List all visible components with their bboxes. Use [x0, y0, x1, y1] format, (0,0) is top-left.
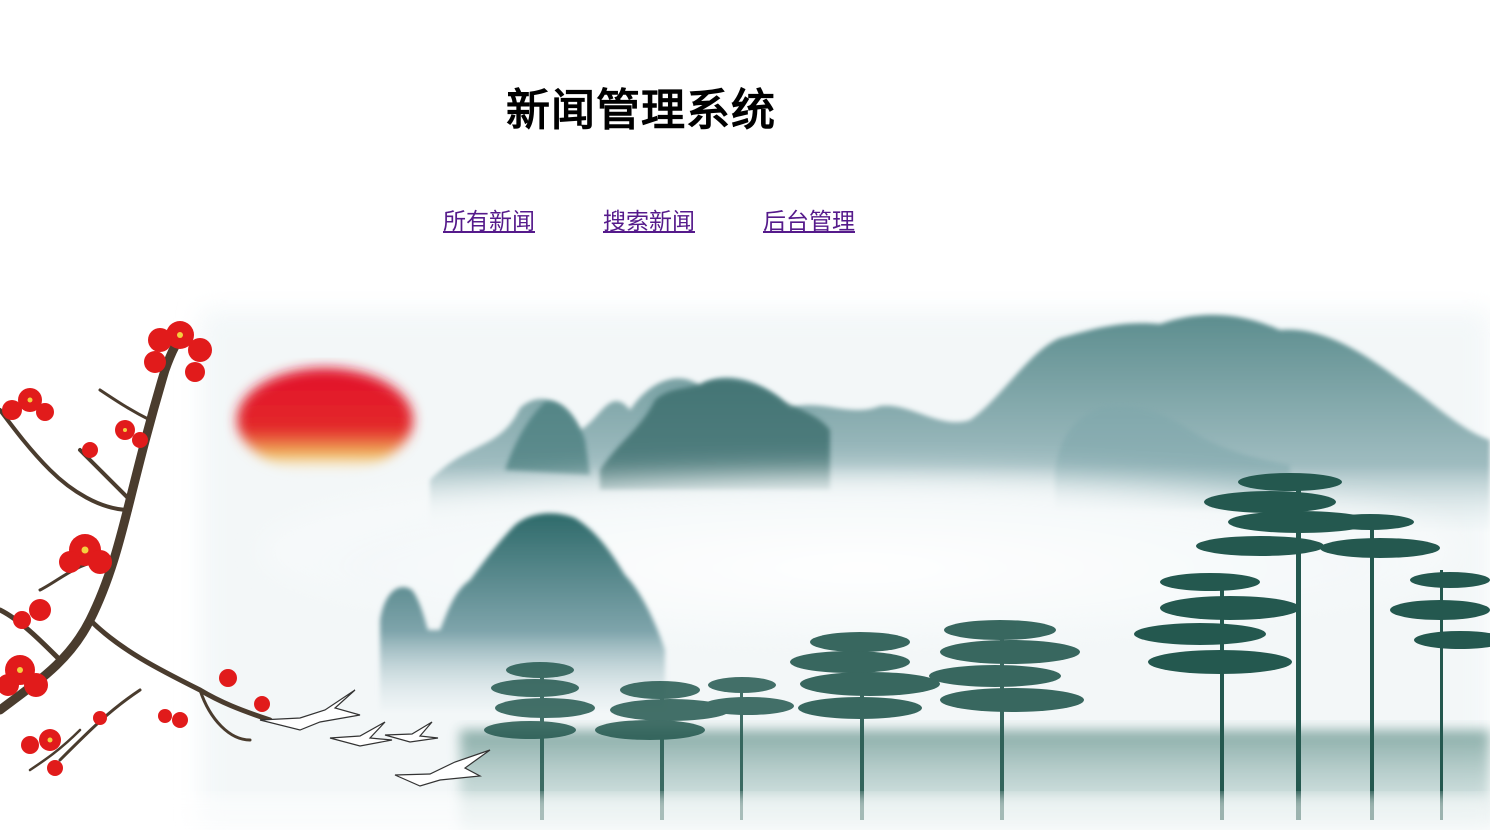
sun-icon — [237, 368, 413, 472]
landscape-banner — [0, 310, 1490, 830]
nav-link-admin[interactable]: 后台管理 — [763, 202, 855, 236]
nav-link-search-news[interactable]: 搜索新闻 — [603, 202, 695, 236]
nav-link-all-news[interactable]: 所有新闻 — [443, 202, 535, 236]
page: 新闻管理系统 所有新闻 搜索新闻 后台管理 — [0, 0, 1490, 830]
main-nav: 所有新闻 搜索新闻 后台管理 — [0, 202, 1490, 236]
page-title: 新闻管理系统 — [506, 85, 776, 136]
